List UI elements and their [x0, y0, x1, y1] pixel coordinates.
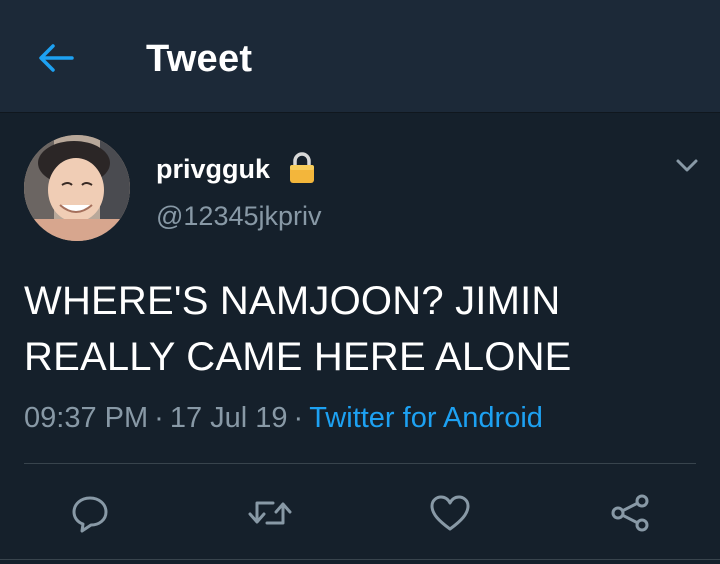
reply-icon [72, 496, 108, 533]
reply-button[interactable] [60, 483, 120, 543]
lock-icon [290, 152, 314, 183]
meta-separator: · [293, 402, 304, 434]
tweet-text: WHERE'S NAMJOON? JIMIN REALLY CAME HERE … [24, 279, 572, 379]
tweet-detail: privgguk @12345jkpriv WHERE'S NAMJOON? J… [0, 113, 720, 564]
retweet-button[interactable] [240, 483, 300, 543]
heart-icon [430, 495, 470, 531]
back-button[interactable] [34, 38, 78, 78]
divider [24, 463, 696, 464]
tweet-source-link[interactable]: Twitter for Android [309, 402, 543, 434]
share-button[interactable] [600, 483, 660, 543]
share-icon [611, 494, 649, 532]
divider [0, 559, 720, 560]
retweet-icon [248, 501, 292, 525]
chevron-down-icon [676, 159, 698, 172]
tweet-metadata: 09:37 PM · 17 Jul 19 · Twitter for Android [24, 399, 543, 437]
page-title: Tweet [146, 38, 253, 80]
tweet-time: 09:37 PM [24, 402, 149, 434]
meta-separator: · [154, 402, 164, 434]
avatar-photo [24, 135, 130, 241]
display-name[interactable]: privgguk [156, 153, 270, 185]
avatar[interactable] [24, 135, 130, 241]
tweet-actions [0, 483, 720, 543]
user-handle[interactable]: @12345jkpriv [156, 200, 322, 232]
top-app-bar: Tweet [0, 0, 720, 113]
tweet-date: 17 Jul 19 [169, 402, 288, 434]
like-button[interactable] [420, 483, 480, 543]
tweet-menu-button[interactable] [672, 153, 702, 179]
arrow-left-icon [39, 44, 74, 72]
